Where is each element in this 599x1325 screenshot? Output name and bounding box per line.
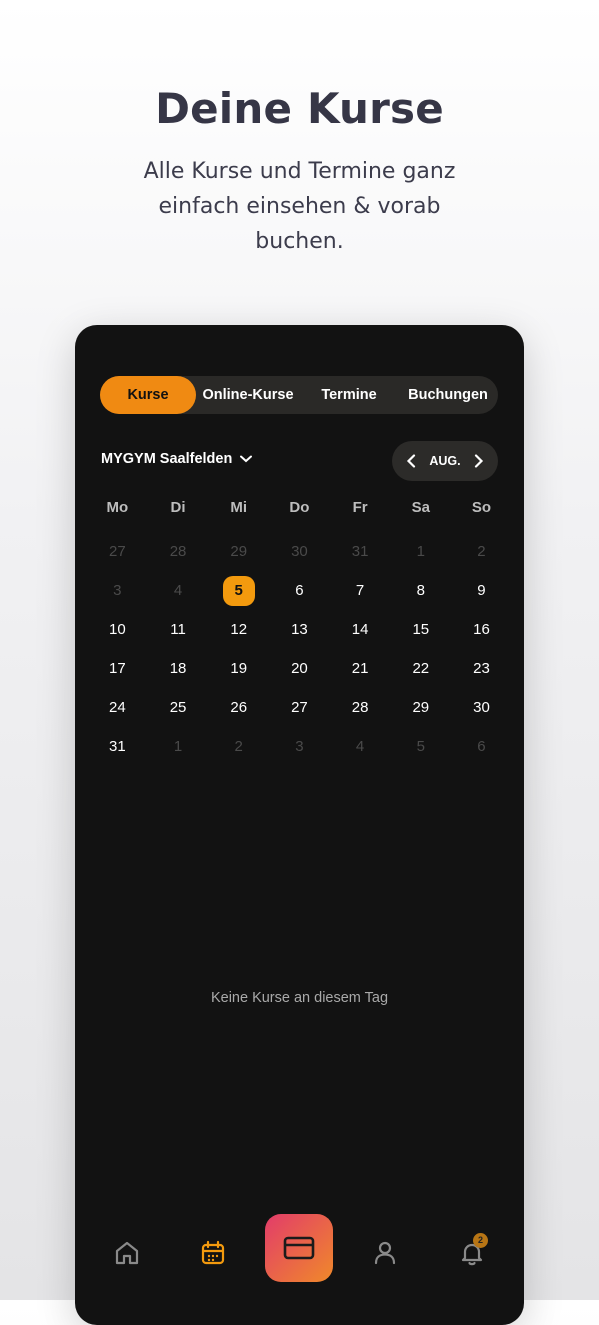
- calendar-day[interactable]: 7: [330, 576, 391, 606]
- calendar-day[interactable]: 19: [208, 654, 269, 684]
- calendar-week: 17 18 19 20 21 22 23: [87, 654, 512, 684]
- calendar-day[interactable]: 6: [269, 576, 330, 606]
- calendar-day[interactable]: 8: [390, 576, 451, 606]
- calendar-day[interactable]: 2: [208, 732, 269, 762]
- calendar-day[interactable]: 14: [330, 615, 391, 645]
- calendar-day[interactable]: 21: [330, 654, 391, 684]
- weekday-label: Di: [170, 499, 186, 516]
- calendar-day[interactable]: 28: [148, 537, 209, 567]
- calendar-day[interactable]: 5: [390, 732, 451, 762]
- user-icon[interactable]: [371, 1239, 399, 1267]
- location-selector[interactable]: MYGYM Saalfelden: [101, 451, 253, 467]
- calendar-day[interactable]: 9: [451, 576, 512, 606]
- chevron-right-icon[interactable]: [474, 454, 484, 468]
- tab-online-kurse[interactable]: Online-Kurse: [196, 376, 300, 414]
- calendar-day[interactable]: 31: [330, 537, 391, 567]
- home-icon[interactable]: [113, 1239, 141, 1267]
- calendar-day[interactable]: 22: [390, 654, 451, 684]
- weekday-label: Do: [289, 499, 310, 516]
- weekday-label: Mo: [106, 499, 129, 516]
- tab-termine[interactable]: Termine: [300, 376, 398, 414]
- chevron-left-icon[interactable]: [406, 454, 416, 468]
- calendar-day[interactable]: 29: [208, 537, 269, 567]
- calendar-day[interactable]: 11: [148, 615, 209, 645]
- empty-state-message: Keine Kurse an diesem Tag: [210, 990, 389, 1006]
- notification-badge: 2: [473, 1233, 488, 1248]
- calendar-day[interactable]: 30: [269, 537, 330, 567]
- calendar-day[interactable]: 28: [330, 693, 391, 723]
- bottom-nav: 2: [75, 1213, 524, 1293]
- calendar-week: 3 4 5 6 7 8 9: [87, 576, 512, 606]
- calendar-day[interactable]: 3: [269, 732, 330, 762]
- calendar-day[interactable]: 2: [451, 537, 512, 567]
- calendar-day[interactable]: 1: [148, 732, 209, 762]
- calendar-day[interactable]: 12: [208, 615, 269, 645]
- weekday-label: So: [471, 499, 492, 516]
- tab-buchungen[interactable]: Buchungen: [398, 376, 498, 414]
- weekday-label: Fr: [352, 499, 368, 516]
- chevron-down-icon: [240, 455, 253, 463]
- calendar-day[interactable]: 4: [148, 576, 209, 606]
- calendar-icon[interactable]: [199, 1239, 227, 1267]
- calendar-day[interactable]: 10: [87, 615, 148, 645]
- hero-subtitle: Alle Kurse und Termine ganz einfach eins…: [143, 159, 456, 254]
- month-navigator: AUG.: [392, 441, 498, 481]
- weekday-label: Sa: [411, 499, 430, 516]
- tab-kurse[interactable]: Kurse: [100, 376, 196, 414]
- tab-bar: Kurse Online-Kurse Termine Buchungen: [100, 376, 498, 414]
- calendar-day[interactable]: 15: [390, 615, 451, 645]
- calendar-day[interactable]: 3: [87, 576, 148, 606]
- calendar-day[interactable]: 30: [451, 693, 512, 723]
- calendar-day[interactable]: 18: [148, 654, 209, 684]
- calendar-day[interactable]: 24: [87, 693, 148, 723]
- calendar-day-selected[interactable]: 5: [208, 576, 269, 606]
- calendar-day[interactable]: 31: [87, 732, 148, 762]
- card-icon: [283, 1236, 315, 1260]
- calendar-day[interactable]: 4: [330, 732, 391, 762]
- location-label: MYGYM Saalfelden: [101, 451, 233, 467]
- calendar-day[interactable]: 6: [451, 732, 512, 762]
- calendar-day[interactable]: 16: [451, 615, 512, 645]
- calendar-day[interactable]: 26: [208, 693, 269, 723]
- calendar-week: 24 25 26 27 28 29 30: [87, 693, 512, 723]
- calendar-day[interactable]: 25: [148, 693, 209, 723]
- month-label: AUG.: [429, 454, 461, 468]
- weekday-header: Mo Di Mi Do Fr Sa So: [87, 499, 512, 516]
- calendar-week: 31 1 2 3 4 5 6: [87, 732, 512, 762]
- calendar-day[interactable]: 1: [390, 537, 451, 567]
- calendar-day[interactable]: 27: [87, 537, 148, 567]
- calendar-day[interactable]: 29: [390, 693, 451, 723]
- membership-card-button[interactable]: [265, 1214, 333, 1282]
- calendar-day[interactable]: 23: [451, 654, 512, 684]
- calendar-day[interactable]: 20: [269, 654, 330, 684]
- weekday-label: Mi: [230, 499, 248, 516]
- phone-screen: Kurse Online-Kurse Termine Buchungen MYG…: [75, 325, 524, 1325]
- calendar-day[interactable]: 27: [269, 693, 330, 723]
- calendar-week: 27 28 29 30 31 1 2: [87, 537, 512, 567]
- hero-title: Deine Kurse: [155, 84, 444, 133]
- calendar-day[interactable]: 13: [269, 615, 330, 645]
- calendar-day[interactable]: 17: [87, 654, 148, 684]
- calendar-week: 10 11 12 13 14 15 16: [87, 615, 512, 645]
